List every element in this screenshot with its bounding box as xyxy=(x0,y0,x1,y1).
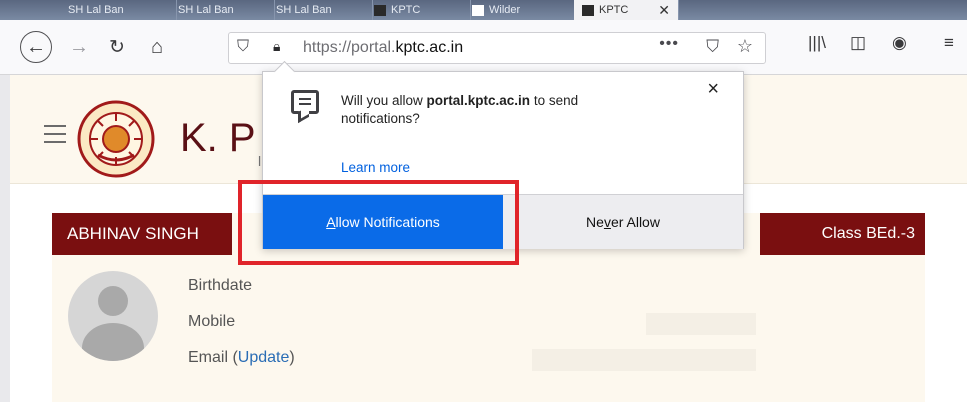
url-text: https://portal.kptc.ac.in xyxy=(303,39,463,57)
back-icon[interactable]: ← xyxy=(20,31,52,63)
browser-tab[interactable]: SH Lal Ban xyxy=(170,0,275,20)
site-subtitle-fragment: l xyxy=(258,153,262,169)
tab-label: KPTC xyxy=(391,4,421,16)
hamburger-icon[interactable] xyxy=(44,125,66,149)
favicon-icon xyxy=(582,4,594,16)
tab-close-icon[interactable]: ✕ xyxy=(658,0,670,20)
tab-label: Wilder xyxy=(489,4,521,16)
popup-message: Will you allow portal.kptc.ac.in to send… xyxy=(341,93,579,126)
shield-icon[interactable]: ⛉ xyxy=(237,38,249,56)
account-icon[interactable]: ◉ xyxy=(892,33,907,53)
url-bar[interactable]: ⛉ 🔒︎ https://portal.kptc.ac.in ••• ⛉ ☆ xyxy=(228,32,766,64)
tab-strip: SH Lal Ban SH Lal Ban SH Lal Ban KPTC Wi… xyxy=(0,0,967,20)
sidebar-icon[interactable]: ◫ xyxy=(850,33,866,53)
mobile-value xyxy=(646,313,756,335)
student-name: ABHINAV SINGH xyxy=(52,213,232,255)
browser-tab[interactable]: SH Lal Ban xyxy=(60,0,177,20)
class-label: Class BEd.-3 xyxy=(760,213,925,255)
mobile-label: Mobile xyxy=(188,313,236,330)
lock-icon[interactable]: 🔒︎ xyxy=(273,38,280,55)
tab-label: SH Lal Ban xyxy=(68,4,124,16)
site-title: K. P xyxy=(180,116,256,160)
browser-tab[interactable]: Wilder xyxy=(464,0,581,20)
browser-tab[interactable]: KPTC xyxy=(366,0,471,20)
email-value xyxy=(532,349,756,371)
library-icon[interactable]: |||\ xyxy=(808,33,826,53)
update-email-link[interactable]: Update xyxy=(238,349,290,366)
url-domain: kptc.ac.in xyxy=(395,39,464,56)
college-logo-icon xyxy=(77,100,155,178)
browser-toolbar: ← → ↻ ⌂ ⛉ 🔒︎ https://portal.kptc.ac.in •… xyxy=(0,20,967,75)
home-icon[interactable]: ⌂ xyxy=(142,32,172,62)
browser-tab[interactable]: SH Lal Ban xyxy=(268,0,373,20)
url-prefix: https://portal. xyxy=(303,39,396,56)
email-label: Email (Update) xyxy=(188,349,295,366)
more-icon[interactable]: ••• xyxy=(659,35,679,53)
never-allow-button[interactable]: Ne v er Allow xyxy=(503,195,743,249)
learn-more-link[interactable]: Learn more xyxy=(341,160,410,175)
notification-icon xyxy=(291,90,319,114)
tab-label: KPTC xyxy=(599,4,629,16)
avatar xyxy=(68,271,158,361)
tab-label: SH Lal Ban xyxy=(276,4,332,16)
forward-icon[interactable]: → xyxy=(64,32,94,62)
highlight-box xyxy=(238,180,519,265)
star-icon[interactable]: ☆ xyxy=(737,36,753,57)
reload-icon[interactable]: ↻ xyxy=(102,32,132,62)
pocket-icon[interactable]: ⛉ xyxy=(706,37,719,57)
favicon-icon xyxy=(472,4,484,16)
close-icon[interactable]: × xyxy=(707,78,719,101)
browser-tab-active[interactable]: KPTC ✕ xyxy=(574,0,679,20)
menu-icon[interactable]: ≡ xyxy=(944,33,954,53)
tab-label: SH Lal Ban xyxy=(178,4,234,16)
birthdate-label: Birthdate xyxy=(188,277,253,294)
favicon-icon xyxy=(374,4,386,16)
